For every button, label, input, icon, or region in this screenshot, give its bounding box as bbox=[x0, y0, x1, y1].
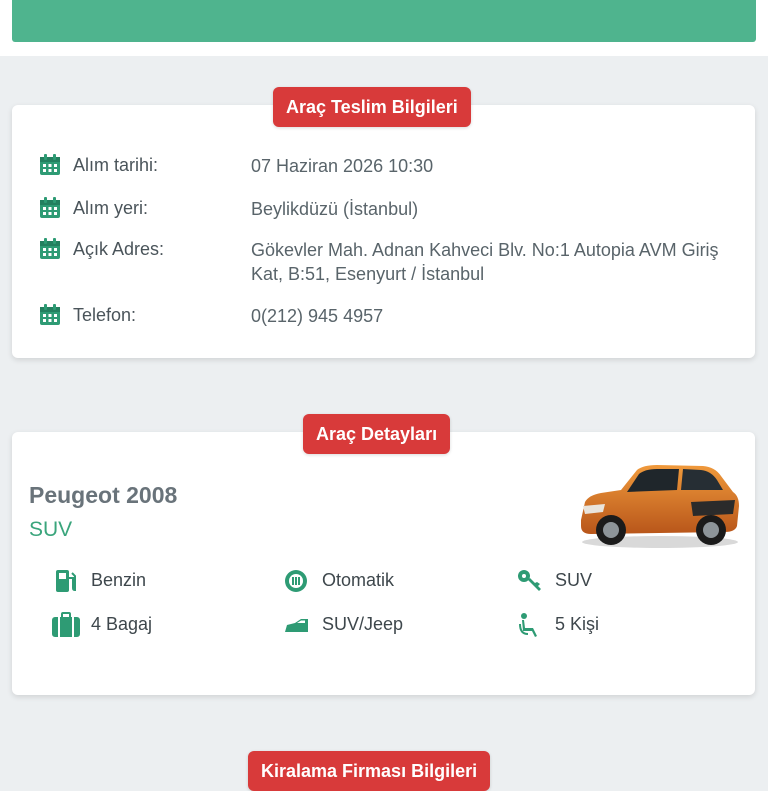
luggage-icon bbox=[52, 612, 80, 637]
delivery-date-label: Alım tarihi: bbox=[73, 155, 159, 175]
company-section-badge: Kiralama Firması Bilgileri bbox=[248, 751, 491, 791]
delivery-date-value: 07 Haziran 2026 10:30 bbox=[251, 156, 434, 176]
delivery-phone-label: Telefon: bbox=[73, 305, 137, 325]
car-body-icon bbox=[285, 619, 308, 632]
delivery-location-label: Alım yeri: bbox=[73, 198, 149, 218]
delivery-section-badge: Araç Teslim Bilgileri bbox=[273, 87, 471, 127]
feature-key-text: SUV bbox=[555, 570, 593, 590]
feature-luggage-text: 4 Bagaj bbox=[91, 614, 153, 634]
vehicle-section-badge: Araç Detayları bbox=[303, 414, 451, 454]
fuel-icon bbox=[56, 570, 76, 592]
calendar-icon bbox=[40, 197, 60, 218]
delivery-card: Alım tarihi: 07 Haziran 2026 10:30 Alım … bbox=[12, 105, 755, 358]
calendar-icon bbox=[40, 154, 60, 175]
delivery-address-value: Gökevler Mah. Adnan Kahveci Blv. No:1 Au… bbox=[251, 240, 719, 284]
calendar-icon bbox=[40, 304, 60, 325]
feature-seats-text: 5 Kişi bbox=[555, 614, 600, 634]
feature-fuel-text: Benzin bbox=[91, 570, 147, 590]
calendar-icon bbox=[40, 238, 60, 259]
delivery-address-label: Açık Adres: bbox=[73, 239, 165, 259]
car-image bbox=[581, 465, 739, 548]
header-bar bbox=[12, 0, 756, 42]
delivery-phone-value[interactable]: 0(212) 945 4957 bbox=[251, 304, 741, 328]
feature-transmission-text: Otomatik bbox=[322, 570, 395, 590]
gearbox-icon bbox=[285, 570, 307, 592]
vehicle-card: Peugeot 2008 SUV Benzin Otomatik SUV 4 B… bbox=[12, 432, 755, 695]
key-icon bbox=[518, 570, 541, 591]
car-class: SUV bbox=[29, 518, 73, 541]
delivery-location-value: Beylikdüzü (İstanbul) bbox=[251, 199, 419, 219]
car-model-name: Peugeot 2008 bbox=[29, 482, 178, 508]
feature-body-text: SUV/Jeep bbox=[322, 614, 404, 634]
seat-icon bbox=[519, 613, 537, 637]
